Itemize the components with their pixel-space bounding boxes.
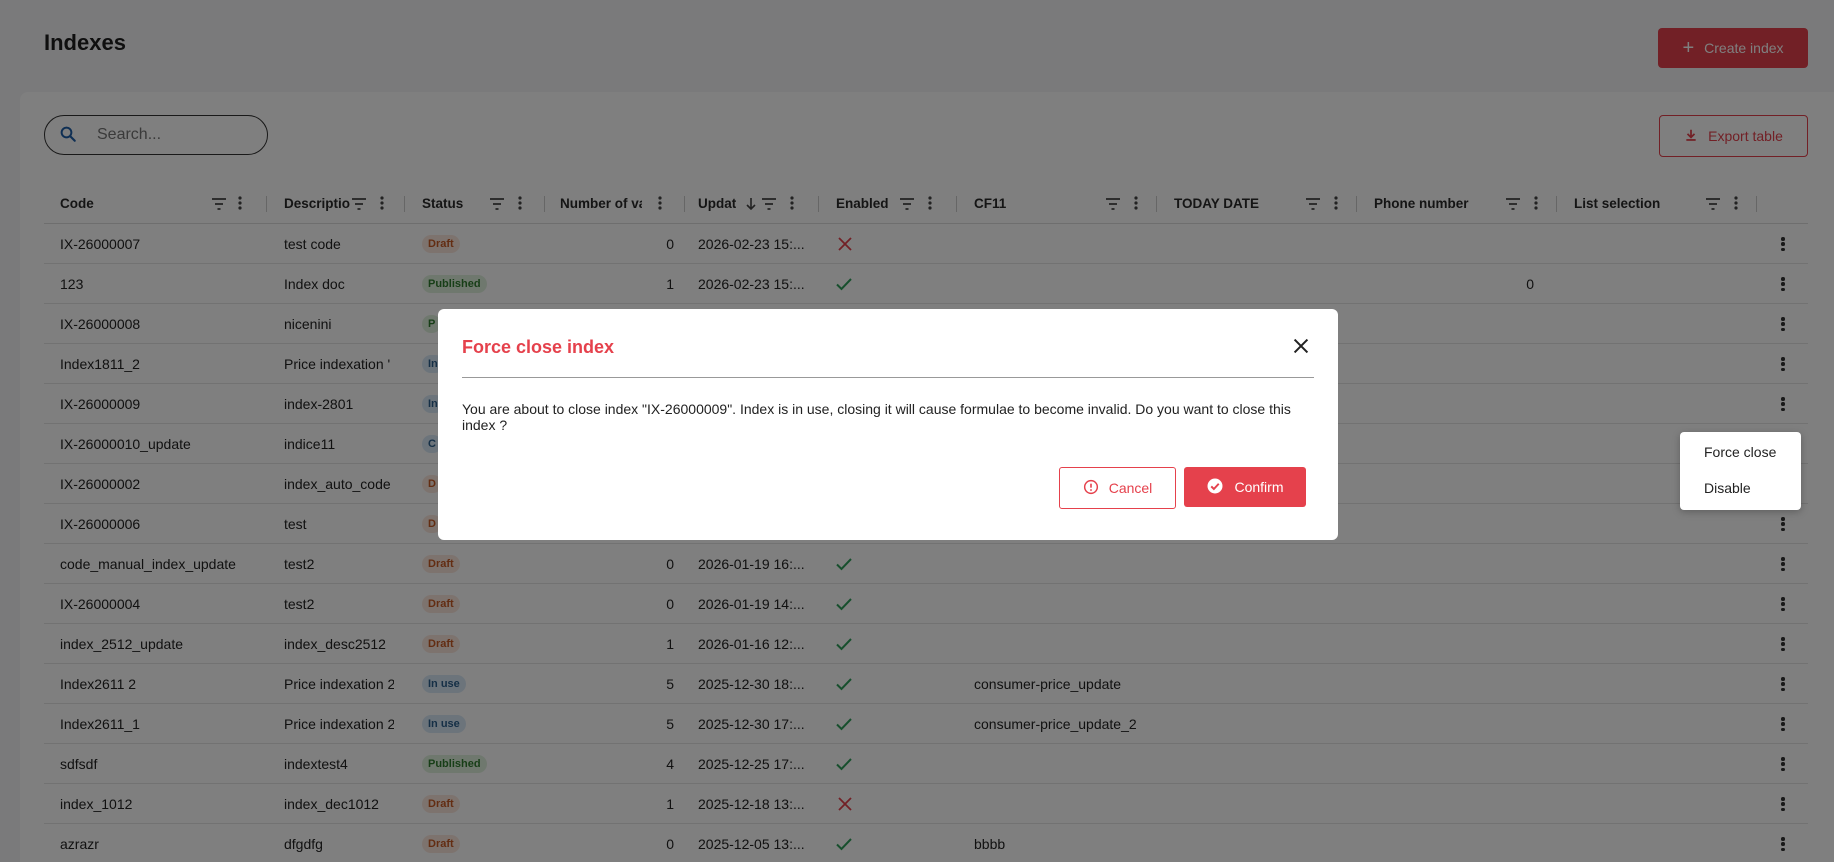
menu-item-disable[interactable]: Disable: [1704, 480, 1751, 496]
menu-item-force-close[interactable]: Force close: [1704, 444, 1776, 460]
close-icon[interactable]: [1290, 335, 1312, 357]
row-context-menu: Force close Disable: [1680, 432, 1801, 510]
cancel-label: Cancel: [1108, 480, 1153, 496]
dialog-message: You are about to close index "IX-2600000…: [462, 401, 1291, 433]
dialog-title: Force close index: [462, 337, 615, 357]
check-circle-icon: [1206, 477, 1224, 498]
confirm-button[interactable]: Confirm: [1184, 467, 1306, 507]
dialog-divider: [462, 377, 1314, 378]
force-close-dialog: Force close index You are about to close…: [438, 309, 1338, 540]
confirm-label: Confirm: [1234, 479, 1284, 495]
cancel-button[interactable]: Cancel: [1059, 467, 1176, 509]
alert-circle-icon: [1083, 479, 1099, 498]
